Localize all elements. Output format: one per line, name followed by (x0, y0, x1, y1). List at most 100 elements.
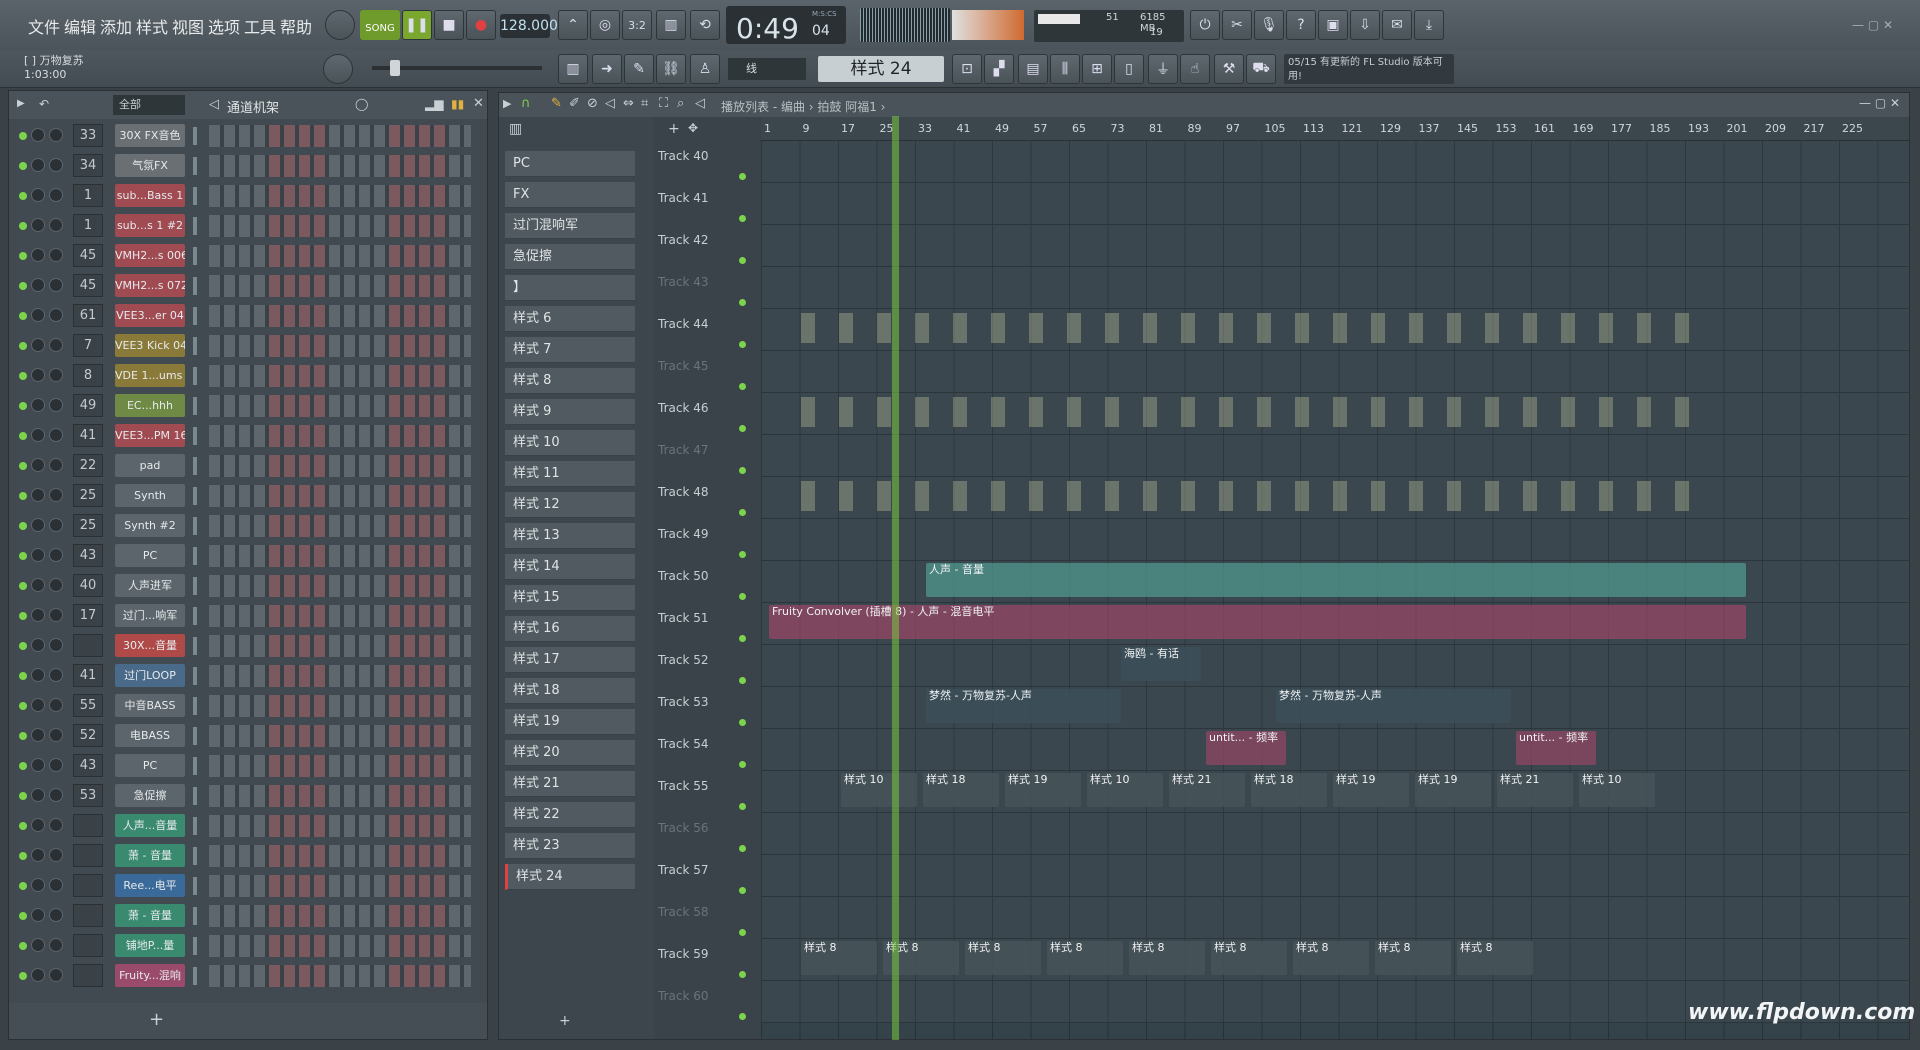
cut-icon[interactable]: ✂ (1222, 10, 1252, 40)
channel-row[interactable]: 萧 - 音量 (9, 841, 487, 871)
plugin-icon[interactable]: ⏚ (1148, 54, 1178, 84)
channel-name-button[interactable]: 电BASS (115, 724, 185, 747)
pattern-clip[interactable] (1257, 481, 1271, 511)
pan-knob[interactable] (31, 608, 45, 622)
mixer-track-number[interactable]: 43 (73, 544, 103, 567)
pattern-item[interactable]: 样式 13 (505, 523, 635, 549)
step-sequencer[interactable] (209, 215, 471, 237)
volume-knob[interactable] (49, 878, 63, 892)
channel-row[interactable]: 53 急促擦 (9, 781, 487, 811)
selector-bar[interactable] (193, 217, 197, 235)
step-sequencer[interactable] (209, 605, 471, 627)
channel-led[interactable] (19, 432, 27, 440)
pan-knob[interactable] (31, 518, 45, 532)
pattern-clip[interactable] (1675, 397, 1689, 427)
mixer-track-number[interactable]: 25 (73, 514, 103, 537)
channel-name-button[interactable]: VEE3 Kick 04 (115, 334, 185, 357)
pattern-clip[interactable]: 样式 8 (1375, 941, 1451, 975)
channel-row[interactable]: 7 VEE3 Kick 04 (9, 331, 487, 361)
menu-item[interactable]: 样式 (136, 14, 168, 38)
channel-name-button[interactable]: pad (115, 454, 185, 477)
track-lane[interactable] (761, 645, 1909, 687)
channel-row[interactable]: 49 EC...hhh (9, 391, 487, 421)
step-sequencer[interactable] (209, 725, 471, 747)
selector-bar[interactable] (193, 367, 197, 385)
channel-row[interactable]: 30X...音量 (9, 631, 487, 661)
volume-knob[interactable] (49, 578, 63, 592)
step-sequencer[interactable] (209, 275, 471, 297)
channel-row[interactable]: 52 电BASS (9, 721, 487, 751)
channel-led[interactable] (19, 642, 27, 650)
volume-knob[interactable] (49, 398, 63, 412)
volume-knob[interactable] (49, 278, 63, 292)
pattern-clip[interactable] (839, 397, 853, 427)
step-sequencer[interactable] (209, 575, 471, 597)
pattern-clip[interactable] (1295, 313, 1309, 343)
volume-knob[interactable] (49, 518, 63, 532)
selector-bar[interactable] (193, 187, 197, 205)
snap-icon[interactable]: ✥ (688, 121, 698, 135)
channel-name-button[interactable]: sub...Bass 1 (115, 184, 185, 207)
pattern-clip[interactable]: 样式 8 (1293, 941, 1369, 975)
channel-led[interactable] (19, 732, 27, 740)
track-mute-led[interactable] (739, 971, 746, 978)
channel-led[interactable] (19, 852, 27, 860)
volume-knob[interactable] (49, 668, 63, 682)
pan-knob[interactable] (31, 428, 45, 442)
channel-row[interactable]: 43 PC (9, 541, 487, 571)
pattern-item[interactable]: 样式 7 (505, 337, 635, 363)
track-lane[interactable] (761, 183, 1909, 225)
automation-clip[interactable]: untit... - 频率 (1206, 731, 1286, 765)
selector-bar[interactable] (193, 157, 197, 175)
channel-led[interactable] (19, 282, 27, 290)
channel-led[interactable] (19, 222, 27, 230)
track-label[interactable]: Track 53 (658, 695, 708, 709)
pan-knob[interactable] (31, 218, 45, 232)
file-icon[interactable]: ▯ (1114, 54, 1144, 84)
step-sequencer[interactable] (209, 395, 471, 417)
mixer-track-number[interactable] (73, 844, 103, 867)
pattern-clip[interactable] (1637, 313, 1651, 343)
track-mute-led[interactable] (739, 425, 746, 432)
automation-clip[interactable]: untit... - 频率 (1516, 731, 1596, 765)
track-mute-led[interactable] (739, 887, 746, 894)
pattern-clip[interactable] (1409, 313, 1423, 343)
volume-knob[interactable] (49, 908, 63, 922)
channel-name-button[interactable]: 人声...音量 (115, 814, 185, 837)
pattern-clip[interactable] (1105, 313, 1119, 343)
pan-knob[interactable] (31, 848, 45, 862)
volume-knob[interactable] (49, 638, 63, 652)
channel-row[interactable]: 铺地P...量 (9, 931, 487, 961)
mixer-track-number[interactable]: 22 (73, 454, 103, 477)
pattern-item[interactable]: 过门混响军 (505, 213, 635, 239)
channel-led[interactable] (19, 972, 27, 980)
track-label[interactable]: Track 57 (658, 863, 708, 877)
channel-name-button[interactable]: VDE 1...ums 6 (115, 364, 185, 387)
volume-knob[interactable] (49, 698, 63, 712)
pan-knob[interactable] (31, 278, 45, 292)
track-mute-led[interactable] (739, 299, 746, 306)
online-icon[interactable]: ⏻ (1190, 10, 1220, 40)
track-label[interactable]: Track 54 (658, 737, 708, 751)
channel-row[interactable]: 55 中音BASS (9, 691, 487, 721)
stop-button[interactable]: ■ (434, 10, 464, 40)
piano-icon[interactable]: ▥ (509, 121, 522, 137)
pan-knob[interactable] (31, 638, 45, 652)
pattern-clip[interactable] (1257, 313, 1271, 343)
track-label[interactable]: Track 45 (658, 359, 708, 373)
audio-clip[interactable]: 海鸥 - 有话 (1121, 647, 1201, 681)
volume-knob[interactable] (49, 848, 63, 862)
pan-knob[interactable] (31, 398, 45, 412)
pan-knob[interactable] (31, 758, 45, 772)
pattern-item[interactable]: 样式 21 (505, 771, 635, 797)
track-mute-led[interactable] (739, 509, 746, 516)
pattern-clip[interactable] (991, 397, 1005, 427)
channel-name-button[interactable]: 过门LOOP (115, 664, 185, 687)
channel-name-button[interactable]: 萧 - 音量 (115, 844, 185, 867)
step-sequencer[interactable] (209, 845, 471, 867)
track-label[interactable]: Track 41 (658, 191, 708, 205)
pan-knob[interactable] (31, 248, 45, 262)
pan-knob[interactable] (31, 158, 45, 172)
help-icon[interactable]: ? (1286, 10, 1316, 40)
selector-bar[interactable] (193, 307, 197, 325)
